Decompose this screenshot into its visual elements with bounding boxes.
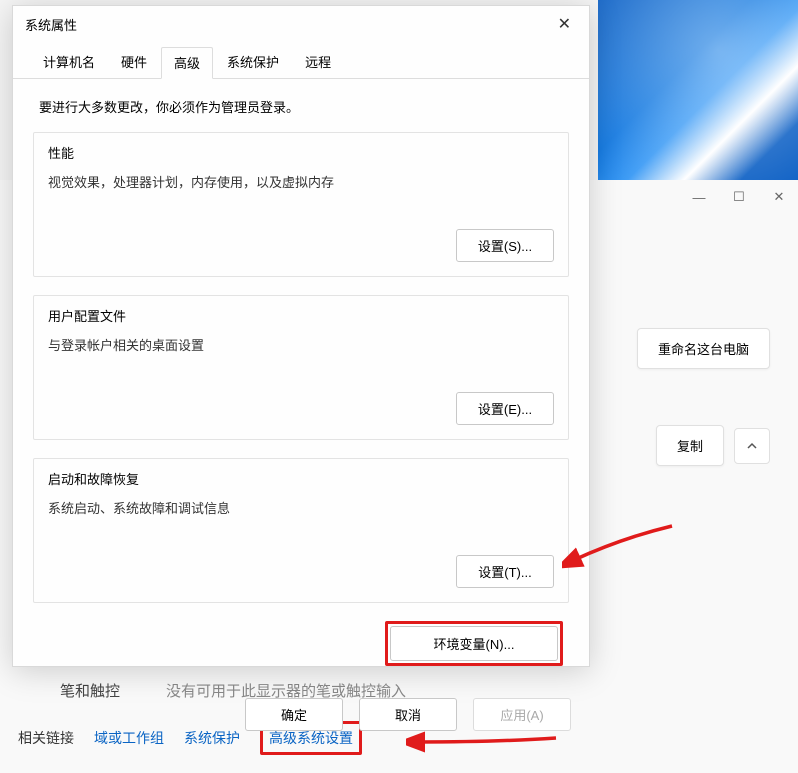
system-properties-dialog: 系统属性 ✕ 计算机名 硬件 高级 系统保护 远程 要进行大多数更改，你必须作为… (12, 5, 590, 667)
settings-performance-button[interactable]: 设置(S)... (456, 229, 554, 262)
tab-advanced[interactable]: 高级 (161, 47, 213, 79)
env-vars-highlight: 环境变量(N)... (385, 621, 563, 666)
dialog-titlebar[interactable]: 系统属性 ✕ (13, 6, 589, 36)
group-startup-desc: 系统启动、系统故障和调试信息 (48, 498, 554, 517)
close-icon[interactable]: ✕ (772, 190, 786, 204)
settings-user-profile-button[interactable]: 设置(E)... (456, 392, 554, 425)
apply-button[interactable]: 应用(A) (473, 698, 571, 731)
dialog-tabs: 计算机名 硬件 高级 系统保护 远程 (13, 36, 589, 79)
cancel-button[interactable]: 取消 (359, 698, 457, 731)
maximize-icon[interactable]: ☐ (732, 190, 746, 204)
group-startup-recovery: 启动和故障恢复 系统启动、系统故障和调试信息 设置(T)... (33, 458, 569, 603)
dialog-footer: 确定 取消 应用(A) (13, 694, 589, 745)
group-performance-desc: 视觉效果，处理器计划，内存使用，以及虚拟内存 (48, 172, 554, 191)
copy-button[interactable]: 复制 (656, 425, 724, 466)
group-user-profile: 用户配置文件 与登录帐户相关的桌面设置 设置(E)... (33, 295, 569, 440)
ok-button[interactable]: 确定 (245, 698, 343, 731)
admin-required-text: 要进行大多数更改，你必须作为管理员登录。 (39, 97, 569, 116)
settings-startup-button[interactable]: 设置(T)... (456, 555, 554, 588)
environment-variables-button[interactable]: 环境变量(N)... (390, 626, 558, 661)
close-icon[interactable]: ✕ (550, 12, 579, 36)
dialog-title: 系统属性 (25, 15, 77, 34)
group-user-profile-desc: 与登录帐户相关的桌面设置 (48, 335, 554, 354)
chevron-up-icon[interactable] (734, 428, 770, 464)
group-user-profile-title: 用户配置文件 (48, 306, 554, 325)
group-startup-title: 启动和故障恢复 (48, 469, 554, 488)
group-performance: 性能 视觉效果，处理器计划，内存使用，以及虚拟内存 设置(S)... (33, 132, 569, 277)
desktop-wallpaper (598, 0, 798, 180)
tab-computer-name[interactable]: 计算机名 (31, 47, 107, 79)
minimize-icon[interactable]: — (692, 190, 706, 204)
tab-hardware[interactable]: 硬件 (109, 47, 159, 79)
group-performance-title: 性能 (48, 143, 554, 162)
window-controls: — ☐ ✕ (692, 190, 786, 204)
tab-system-protection[interactable]: 系统保护 (215, 47, 291, 79)
tab-remote[interactable]: 远程 (293, 47, 343, 79)
rename-pc-button[interactable]: 重命名这台电脑 (637, 328, 770, 369)
